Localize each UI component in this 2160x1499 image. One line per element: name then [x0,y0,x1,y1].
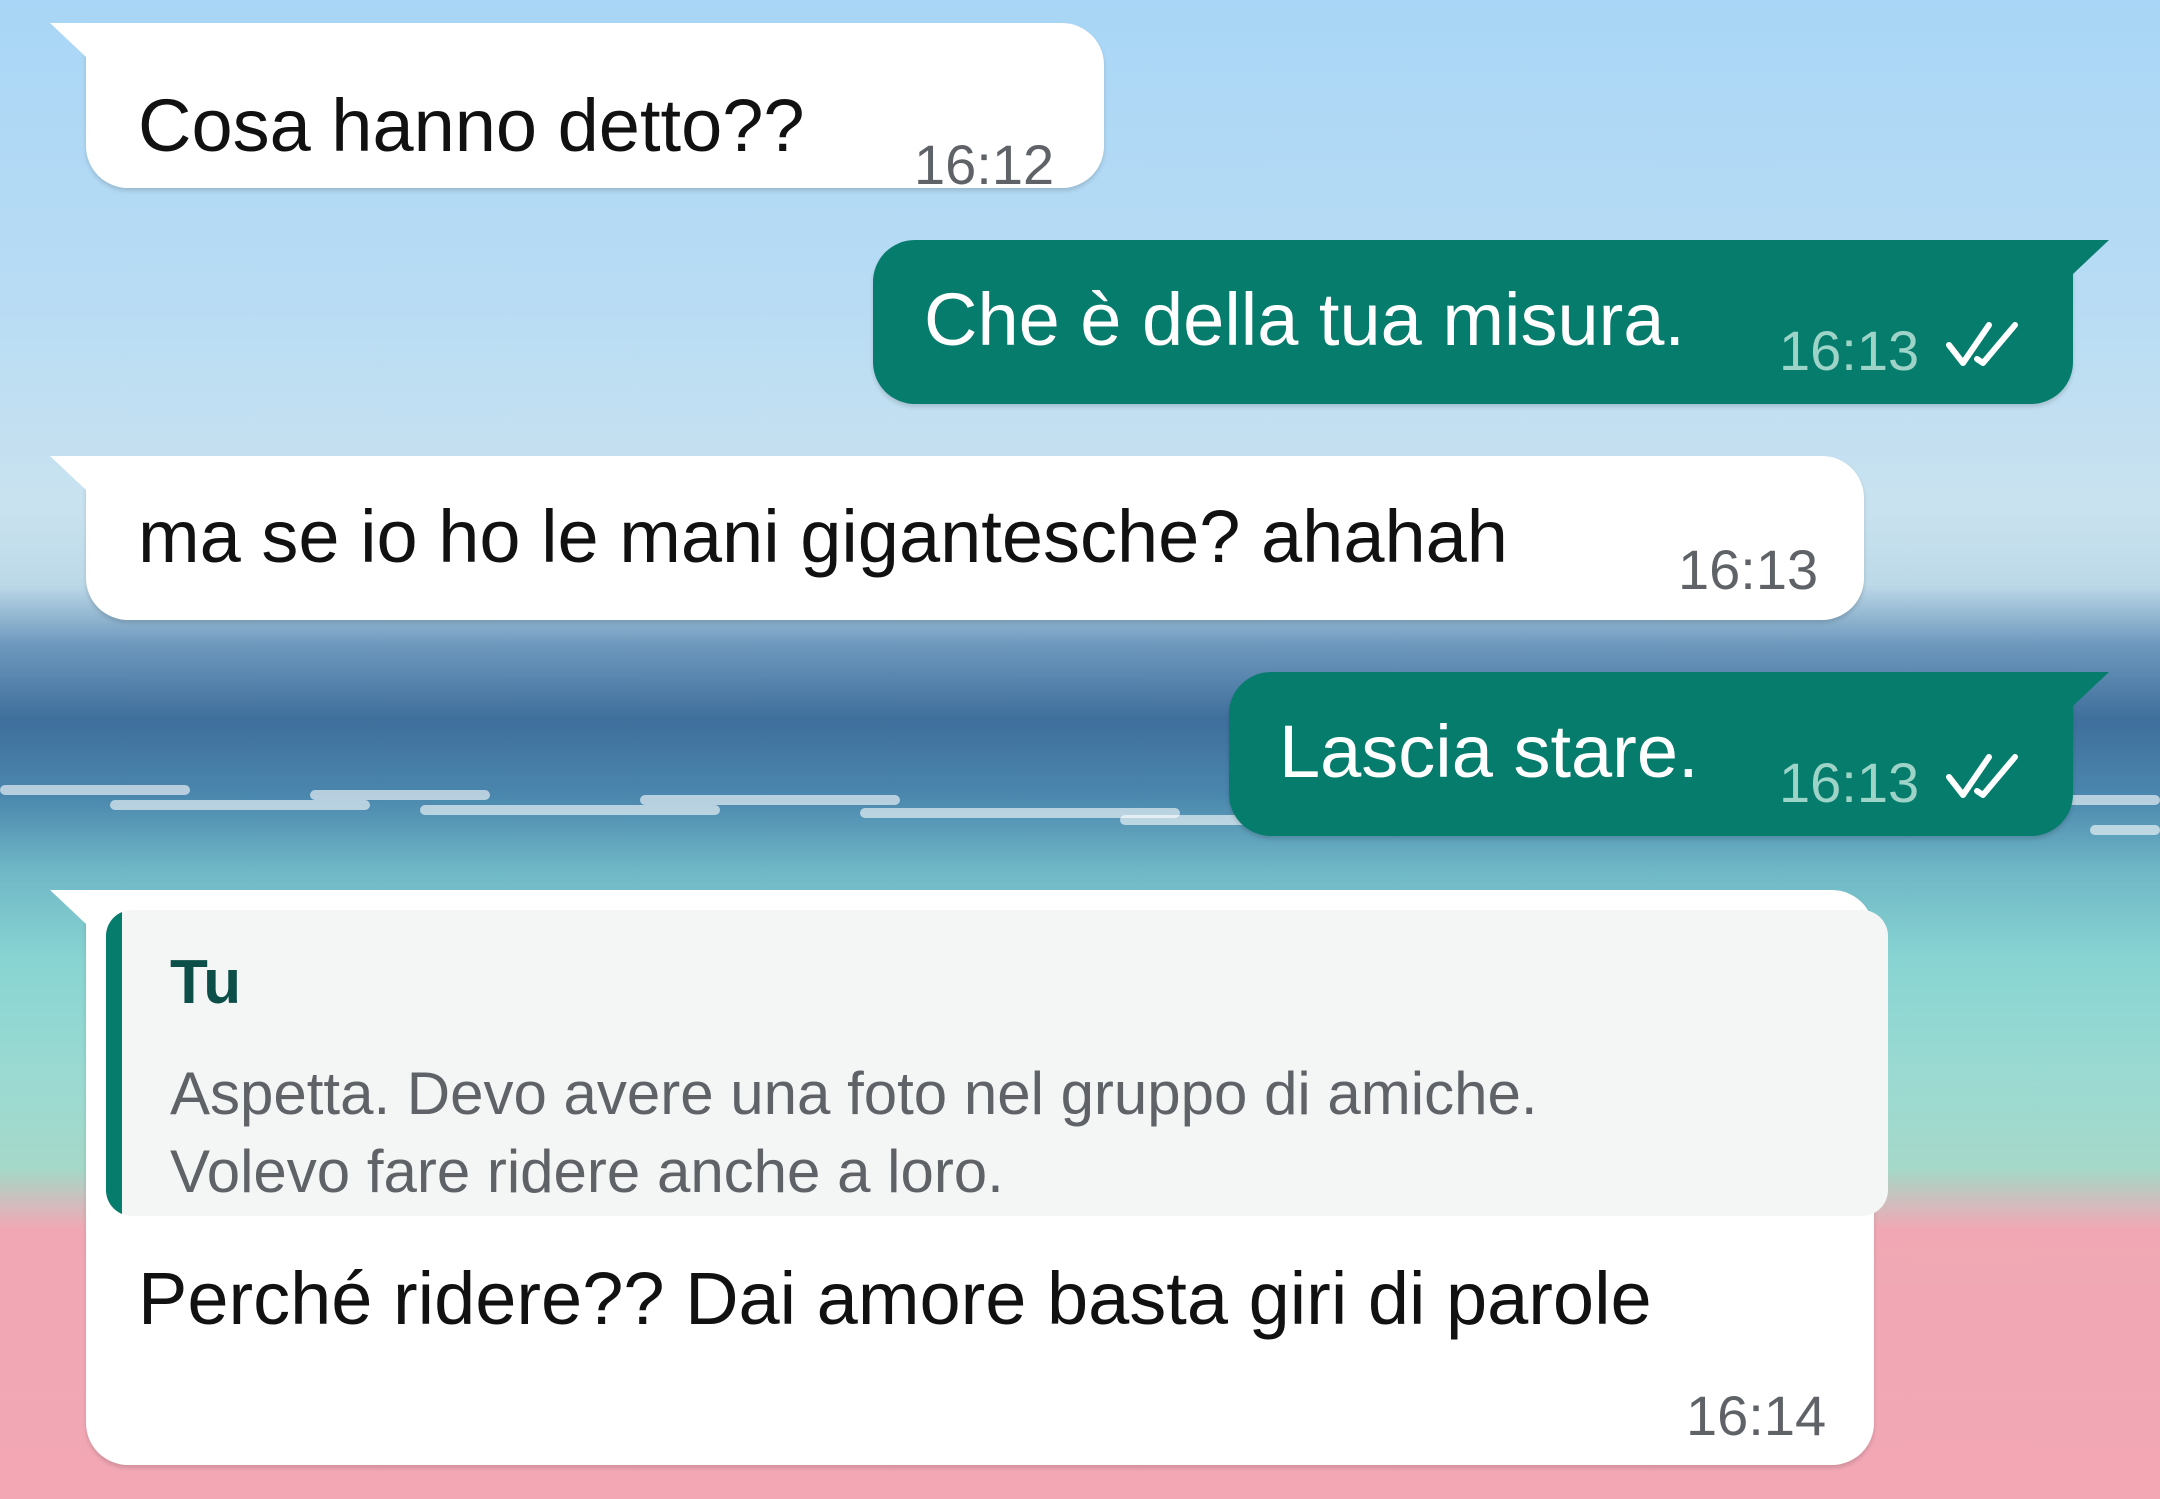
message-text: Che è della tua misura. [924,278,1685,361]
quote-author: Tu [170,948,242,1017]
message-time: 16:13 [1779,319,1920,382]
quote-text-line: Aspetta. Devo avere una foto nel gruppo … [170,1060,1538,1127]
message-text: Perché ridere?? Dai amore basta giri di … [138,1257,1652,1340]
message-time: 16:14 [1686,1384,1827,1447]
message-bubble-incoming-reply[interactable]: Tu Aspetta. Devo avere una foto nel grup… [50,890,1888,1465]
message-bubble-outgoing[interactable]: Che è della tua misura. 16:13 [873,240,2109,404]
bubble-tail [50,890,86,924]
bubble-tail [2073,240,2109,274]
bubble-tail [50,23,86,57]
wallpaper-foam [310,790,490,800]
wallpaper-foam [0,785,190,795]
double-check-icon [1946,754,2018,798]
message-bubble-incoming[interactable]: Cosa hanno detto?? 16:12 [50,23,1104,193]
message-text: Lascia stare. [1279,710,1699,793]
bubble-tail [50,456,86,490]
wallpaper-foam [420,805,720,815]
quote-accent-bar [106,910,122,1216]
wallpaper-foam [110,800,370,810]
wallpaper-foam [2060,795,2160,805]
quoted-message[interactable]: Tu Aspetta. Devo avere una foto nel grup… [106,910,1888,1216]
wallpaper-foam [2090,825,2160,835]
wallpaper-foam [640,795,900,805]
message-bubble-incoming[interactable]: ma se io ho le mani gigantesche? ahahah … [50,456,1864,620]
message-text: Cosa hanno detto?? [138,84,805,167]
message-time: 16:13 [1779,751,1920,814]
message-bubble-outgoing[interactable]: Lascia stare. 16:13 [1229,672,2109,836]
message-time: 16:13 [1678,538,1819,601]
message-time: 16:12 [914,133,1055,196]
message-text: ma se io ho le mani gigantesche? ahahah [138,495,1508,578]
quote-text-line: Volevo fare ridere anche a loro. [170,1138,1004,1205]
double-check-icon [1946,322,2018,366]
bubble-tail [2073,672,2109,706]
